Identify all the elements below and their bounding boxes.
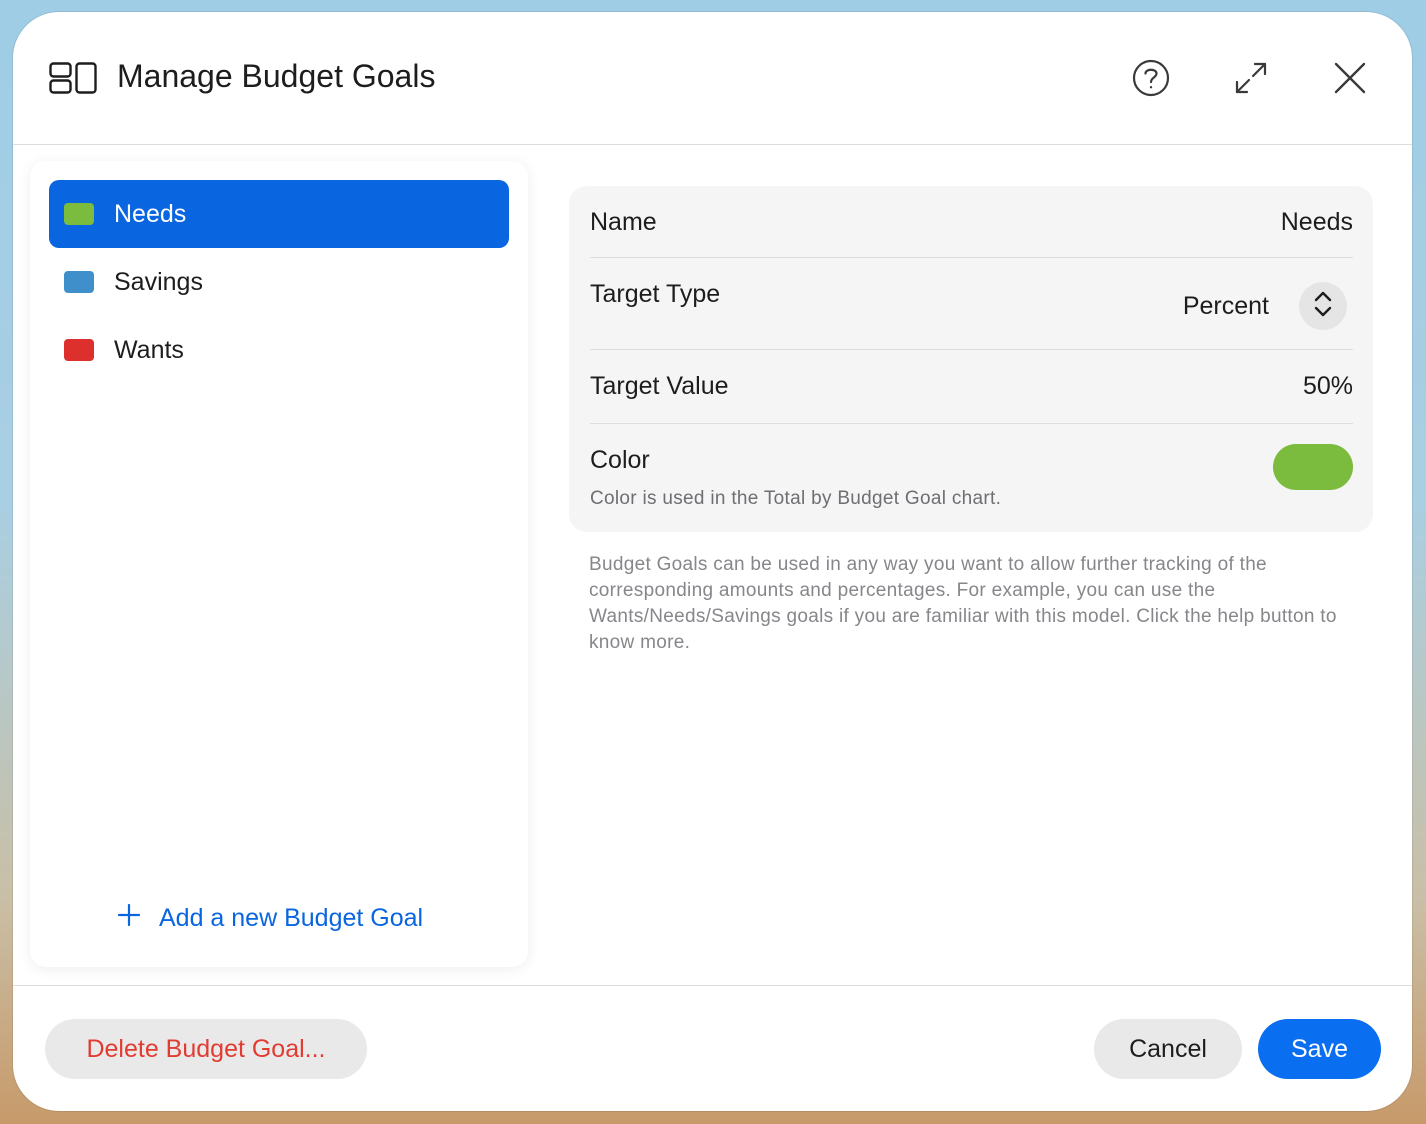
goal-item-label: Wants (114, 335, 184, 364)
color-picker-well[interactable] (1273, 444, 1353, 490)
target-value-label: Target Value (590, 372, 729, 400)
color-row: Color Color is used in the Total by Budg… (590, 444, 1353, 516)
goal-color-swatch (64, 339, 94, 361)
goal-color-swatch (64, 271, 94, 293)
target-value[interactable]: 50% (1303, 372, 1353, 401)
goal-item-savings[interactable]: Savings (49, 248, 509, 316)
target-type-row: Target Type Percent (590, 280, 1353, 350)
page-title: Manage Budget Goals (117, 58, 436, 94)
target-type-stepper[interactable] (1299, 282, 1347, 330)
question-circle-icon (1132, 59, 1170, 97)
target-type-value[interactable]: Percent (1183, 292, 1269, 321)
goal-item-needs[interactable]: Needs (49, 180, 509, 248)
close-button[interactable] (1328, 56, 1372, 100)
close-x-icon (1334, 62, 1366, 94)
color-hint: Color is used in the Total by Budget Goa… (590, 488, 1002, 509)
name-row: Name Needs (590, 206, 1353, 240)
goal-item-label: Needs (114, 199, 187, 228)
color-label: Color (590, 446, 650, 474)
footer-divider (13, 985, 1412, 986)
name-value[interactable]: Needs (1281, 208, 1353, 237)
row-divider (590, 349, 1353, 350)
add-budget-goal-button[interactable]: Add a new Budget Goal (117, 903, 423, 934)
expand-button[interactable] (1229, 56, 1273, 100)
sidebar-layout-icon (49, 62, 97, 94)
budget-goal-list: Needs Savings Wants (49, 180, 509, 384)
goal-color-swatch (64, 203, 94, 225)
row-divider (590, 257, 1353, 258)
chevron-up-down-icon (1313, 289, 1333, 324)
help-description: Budget Goals can be used in any way you … (589, 554, 1337, 653)
expand-arrows-icon (1234, 61, 1268, 95)
manage-budget-goals-window: Manage Budget Goals Needs Savings Wants … (13, 12, 1412, 1111)
name-label: Name (590, 208, 657, 236)
target-type-label: Target Type (590, 280, 721, 308)
goal-detail-form: Name Needs Target Type Percent Target Va… (569, 186, 1373, 532)
add-budget-goal-label: Add a new Budget Goal (159, 904, 424, 932)
target-value-row: Target Value 50% (590, 372, 1353, 406)
goal-item-wants[interactable]: Wants (49, 316, 509, 384)
goal-item-label: Savings (114, 267, 203, 296)
help-button[interactable] (1129, 56, 1173, 100)
budget-goal-sidebar: Needs Savings Wants Add a new Budget Goa… (30, 161, 528, 967)
row-divider (590, 423, 1353, 424)
cancel-button[interactable]: Cancel (1094, 1019, 1242, 1079)
plus-icon (117, 903, 159, 934)
save-button[interactable]: Save (1258, 1019, 1381, 1079)
delete-budget-goal-button[interactable]: Delete Budget Goal... (45, 1019, 367, 1079)
window-header: Manage Budget Goals (13, 12, 1412, 145)
